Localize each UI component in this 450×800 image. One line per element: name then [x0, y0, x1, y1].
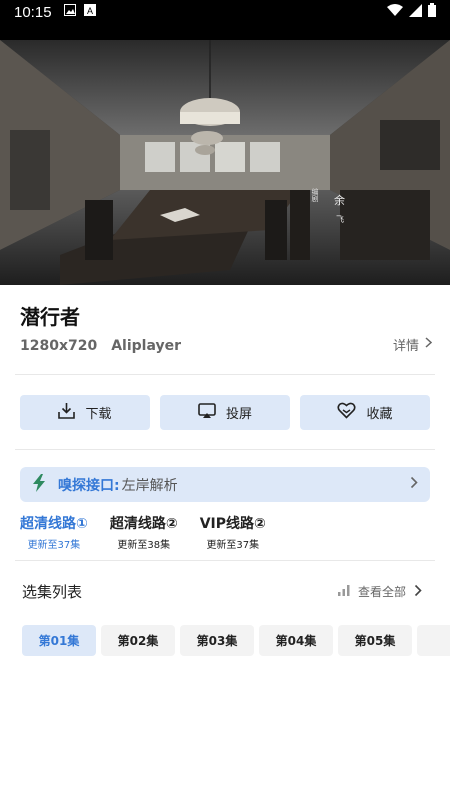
- signal-icon: [409, 3, 422, 21]
- sniff-value: 左岸解析: [121, 477, 178, 494]
- source-line-2[interactable]: 超清线路② 更新至38集: [110, 513, 178, 551]
- chevron-right-icon: [425, 337, 433, 352]
- heart-icon: [337, 402, 357, 423]
- video-meta: 1280x720 Aliplayer: [20, 338, 181, 354]
- sniff-label: 嗅探接口:: [58, 477, 120, 494]
- line-name: 超清线路①: [20, 516, 88, 532]
- lightning-icon: [32, 473, 46, 496]
- text-notification-icon: A: [83, 4, 96, 20]
- source-line-1[interactable]: 超清线路① 更新至37集: [20, 513, 88, 551]
- line-update-status: 更新至37集: [27, 540, 81, 551]
- video-top-bar: [0, 24, 450, 40]
- line-update-status: 更新至37集: [206, 540, 260, 551]
- signal-bars-icon: [337, 584, 350, 599]
- player-label: Aliplayer: [111, 338, 182, 354]
- episode-button-06[interactable]: [417, 625, 450, 656]
- episode-button-05[interactable]: 第05集: [338, 625, 412, 656]
- view-all-label: 查看全部: [357, 585, 406, 599]
- divider: [15, 449, 435, 450]
- source-lines: 超清线路① 更新至37集 超清线路② 更新至38集 VIP线路② 更新至37集: [20, 513, 266, 551]
- episode-list-title: 选集列表: [22, 583, 83, 601]
- favorite-button[interactable]: 收藏: [300, 395, 430, 430]
- detail-label: 详情: [392, 339, 419, 354]
- cast-label: 投屏: [225, 407, 252, 422]
- sniff-interface-selector[interactable]: 嗅探接口: 左岸解析: [20, 467, 430, 502]
- chevron-right-icon: [414, 584, 422, 600]
- video-credit-sub: 飞: [336, 215, 344, 224]
- video-credit-label: 编剧: [311, 188, 319, 202]
- line-name: VIP线路②: [199, 516, 266, 532]
- battery-icon: [428, 3, 436, 21]
- video-player[interactable]: 编剧 余 飞: [0, 40, 450, 285]
- download-icon: [58, 402, 76, 423]
- image-notification-icon: [63, 4, 76, 20]
- svg-text:A: A: [87, 6, 93, 16]
- video-frame: [0, 40, 450, 285]
- favorite-label: 收藏: [366, 407, 393, 422]
- resolution-label: 1280x720: [20, 338, 98, 354]
- detail-link[interactable]: 详情: [392, 335, 433, 354]
- episode-button-02[interactable]: 第02集: [101, 625, 175, 656]
- view-all-episodes[interactable]: 查看全部: [337, 583, 422, 600]
- episode-list: 第01集 第02集 第03集 第04集 第05集: [22, 625, 450, 656]
- show-title: 潜行者: [20, 305, 80, 329]
- cast-icon: [198, 402, 216, 423]
- chevron-right-icon: [410, 476, 418, 493]
- wifi-icon: [387, 3, 403, 21]
- episode-button-04[interactable]: 第04集: [259, 625, 333, 656]
- status-time: 10:15: [14, 3, 52, 21]
- episode-list-header: 选集列表 查看全部: [22, 581, 422, 602]
- source-line-3[interactable]: VIP线路② 更新至37集: [200, 513, 266, 551]
- line-name: 超清线路②: [109, 516, 178, 532]
- status-bar: 10:15 A: [0, 0, 450, 24]
- divider: [15, 374, 435, 375]
- cast-button[interactable]: 投屏: [160, 395, 290, 430]
- download-label: 下载: [85, 407, 112, 422]
- episode-button-01[interactable]: 第01集: [22, 625, 96, 656]
- episode-button-03[interactable]: 第03集: [180, 625, 254, 656]
- action-buttons: 下载 投屏 收藏: [20, 395, 430, 430]
- line-update-status: 更新至38集: [117, 540, 171, 551]
- download-button[interactable]: 下载: [20, 395, 150, 430]
- divider: [15, 560, 435, 561]
- video-credit-name: 余: [334, 194, 345, 207]
